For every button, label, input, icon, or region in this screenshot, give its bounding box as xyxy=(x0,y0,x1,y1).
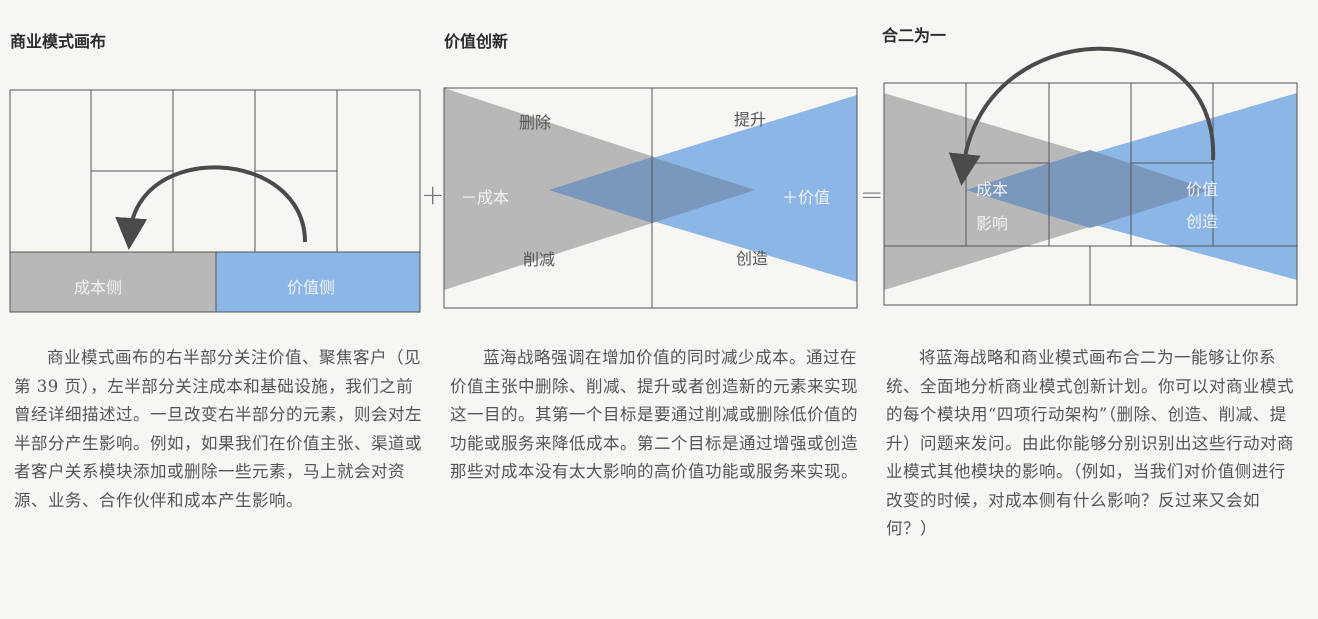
create-label: 创造 xyxy=(736,249,769,268)
diagrams-figure xyxy=(9,46,1298,313)
curved-arrow-icon xyxy=(115,165,307,250)
plus-operator: + xyxy=(421,178,445,211)
cost-side-label: 成本侧 xyxy=(74,278,123,297)
combined-cost-label: 成本 xyxy=(976,180,1009,199)
combined-paragraph: 将蓝海战略和商业模式画布合二为一能够让你系统、全面地分析商业模式创新计划。你可以… xyxy=(886,348,1294,538)
combined-diagram xyxy=(883,46,1298,306)
canvas-paragraph: 商业模式画布的右半部分关注价值、聚焦客户（见第 39 页），左半部分关注成本和基… xyxy=(14,348,422,510)
reduce-label: 削减 xyxy=(523,250,556,269)
combined-value-label: 价值 xyxy=(1186,180,1219,199)
value-side-label: 价值侧 xyxy=(287,278,336,297)
minus-cost-label: －成本 xyxy=(461,188,510,207)
eliminate-label: 删除 xyxy=(519,113,552,132)
value-innovation-paragraph: 蓝海战略强调在增加价值的同时减少成本。通过在价值主张中删除、削减、提升或者创造新… xyxy=(450,348,858,481)
combined-impact-label: 影响 xyxy=(976,214,1009,233)
canvas-diagram xyxy=(9,89,421,313)
plus-value-label: ＋价值 xyxy=(782,188,831,207)
raise-label: 提升 xyxy=(734,110,767,129)
combined-create-label: 创造 xyxy=(1186,212,1219,231)
equals-operator: = xyxy=(860,178,884,211)
